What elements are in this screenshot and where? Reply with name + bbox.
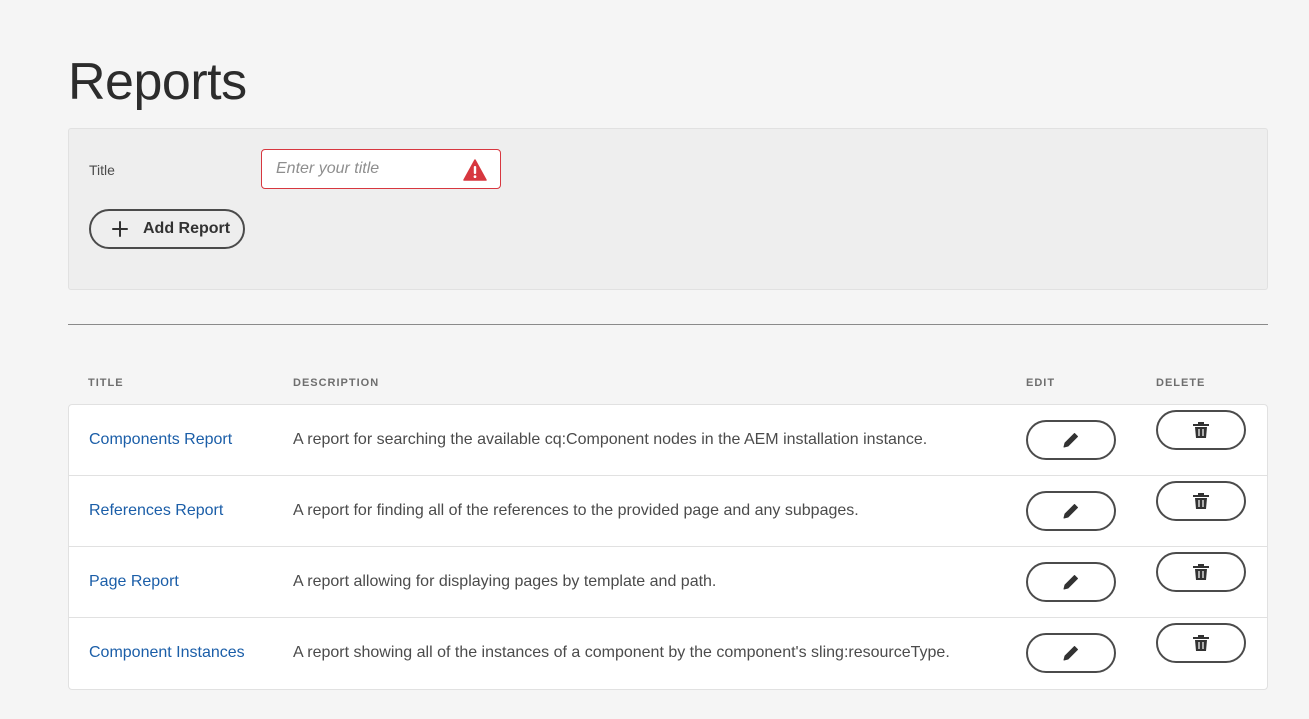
delete-button[interactable] (1156, 410, 1246, 450)
column-header-edit: EDIT (1026, 377, 1056, 389)
delete-button[interactable] (1156, 623, 1246, 663)
title-field[interactable] (261, 149, 501, 189)
pencil-icon (1063, 575, 1078, 590)
edit-button[interactable] (1026, 420, 1116, 460)
report-description: A report for searching the available cq:… (293, 431, 928, 448)
add-report-button-label: Add Report (143, 220, 231, 237)
report-title-link[interactable]: Component Instances (89, 644, 245, 662)
report-title-link[interactable]: Components Report (89, 431, 232, 449)
title-field-label: Title (89, 162, 115, 178)
title-input[interactable] (262, 150, 462, 188)
add-report-form: Title Add Report (68, 128, 1268, 290)
report-description: A report showing all of the instances of… (293, 644, 950, 661)
trash-icon (1193, 422, 1209, 438)
pencil-icon (1063, 433, 1078, 448)
page-title: Reports (68, 53, 247, 111)
plus-icon (112, 221, 128, 237)
reports-table: Components Report A report for searching… (68, 404, 1268, 690)
column-header-description: DESCRIPTION (293, 377, 380, 389)
report-description: A report for finding all of the referenc… (293, 502, 859, 519)
pencil-icon (1063, 646, 1078, 661)
delete-button[interactable] (1156, 481, 1246, 521)
trash-icon (1193, 635, 1209, 651)
trash-icon (1193, 564, 1209, 580)
table-row: Component Instances A report showing all… (69, 618, 1267, 689)
trash-icon (1193, 493, 1209, 509)
column-header-delete: DELETE (1156, 377, 1206, 389)
alert-icon (463, 159, 487, 181)
section-divider (68, 324, 1268, 325)
edit-button[interactable] (1026, 633, 1116, 673)
table-row: Page Report A report allowing for displa… (69, 547, 1267, 618)
report-title-link[interactable]: Page Report (89, 573, 179, 591)
report-title-link[interactable]: References Report (89, 502, 223, 520)
pencil-icon (1063, 504, 1078, 519)
edit-button[interactable] (1026, 562, 1116, 602)
table-row: References Report A report for finding a… (69, 476, 1267, 547)
add-report-button[interactable]: Add Report (89, 209, 245, 249)
table-row: Components Report A report for searching… (69, 405, 1267, 476)
report-description: A report allowing for displaying pages b… (293, 573, 717, 590)
delete-button[interactable] (1156, 552, 1246, 592)
column-header-title: TITLE (88, 377, 124, 389)
edit-button[interactable] (1026, 491, 1116, 531)
